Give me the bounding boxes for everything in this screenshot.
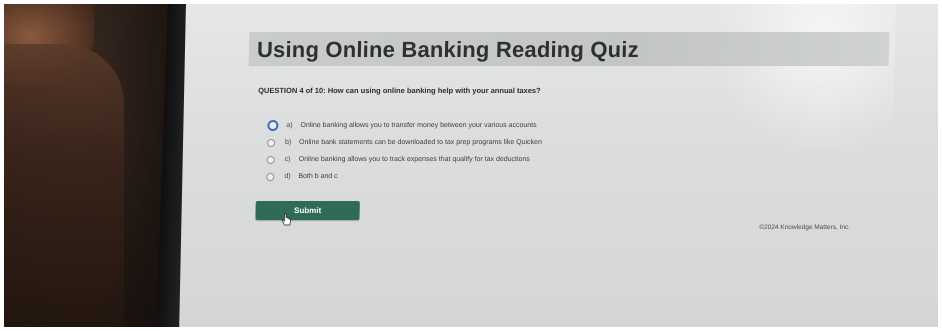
person-body: [4, 44, 124, 327]
option-c[interactable]: c) Online banking allows you to track ex…: [266, 151, 542, 168]
photo-frame: Using Online Banking Reading Quiz QUESTI…: [4, 4, 938, 327]
radio-a[interactable]: [267, 120, 279, 131]
hand-pointer-icon: [281, 213, 291, 226]
option-letter: b): [284, 139, 292, 146]
copyright-text: ©2024 Knowledge Matters, Inc.: [759, 224, 851, 231]
question-text: QUESTION 4 of 10: How can using online b…: [258, 86, 541, 95]
option-text: Online banking allows you to track expen…: [298, 156, 530, 163]
radio-c[interactable]: [266, 155, 275, 164]
answer-options: a) Online banking allows you to transfer…: [266, 117, 542, 185]
option-letter: c): [284, 156, 291, 163]
screen-glare: [712, 4, 897, 152]
background-person: [4, 4, 184, 327]
title-band: Using Online Banking Reading Quiz: [248, 32, 890, 66]
radio-b[interactable]: [266, 138, 276, 147]
radio-d[interactable]: [266, 172, 275, 181]
submit-button[interactable]: Submit: [255, 201, 360, 220]
option-text: Both b and c: [298, 173, 338, 180]
option-letter: a): [286, 122, 293, 129]
option-text: Online banking allows you to transfer mo…: [300, 122, 537, 129]
option-letter: d): [284, 173, 291, 180]
option-a[interactable]: a) Online banking allows you to transfer…: [267, 117, 542, 134]
laptop-screen: Using Online Banking Reading Quiz QUESTI…: [178, 4, 938, 327]
option-b[interactable]: b) Online bank statements can be downloa…: [266, 134, 542, 151]
page-title: Using Online Banking Reading Quiz: [256, 37, 640, 62]
option-text: Online bank statements can be downloaded…: [298, 139, 542, 146]
option-d[interactable]: d) Both b and c: [266, 168, 541, 185]
